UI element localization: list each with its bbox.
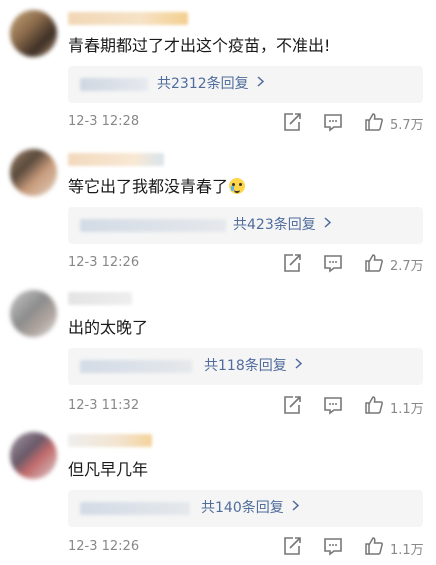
reply-preview-blur bbox=[80, 360, 192, 373]
like-icon[interactable] bbox=[363, 394, 385, 416]
share-icon[interactable] bbox=[281, 252, 303, 274]
view-replies-link[interactable]: 共140条回复 bbox=[201, 490, 299, 527]
username[interactable] bbox=[68, 292, 132, 305]
timestamp: 12-3 11:32 bbox=[68, 398, 140, 413]
comment-text: 青春期都过了才出这个疫苗，不准出! bbox=[68, 36, 331, 55]
reply-preview-blur bbox=[80, 78, 148, 91]
reply-preview-blur bbox=[80, 219, 226, 232]
username[interactable] bbox=[68, 434, 152, 447]
comment-item: 但凡早几年 共140条回复 12-3 12:26 1.1万 bbox=[0, 424, 436, 565]
share-icon[interactable] bbox=[281, 111, 303, 133]
comment-icon[interactable] bbox=[322, 394, 344, 416]
share-icon[interactable] bbox=[281, 535, 303, 557]
comment-item: 等它出了我都没青春了 共423条回复 12-3 12:26 2.7万 bbox=[0, 141, 436, 282]
reply-preview[interactable]: 共118条回复 bbox=[68, 348, 423, 385]
crying-face-emoji bbox=[229, 178, 246, 194]
reply-preview[interactable]: 共140条回复 bbox=[68, 490, 423, 527]
reply-count-label: 共118条回复 bbox=[204, 358, 287, 374]
like-icon[interactable] bbox=[363, 111, 385, 133]
reply-count-label: 共2312条回复 bbox=[157, 76, 249, 92]
comment-text: 等它出了我都没青春了 bbox=[68, 177, 246, 197]
username[interactable] bbox=[68, 12, 188, 25]
reply-preview-blur bbox=[80, 502, 190, 515]
like-count: 5.7万 bbox=[390, 118, 424, 133]
reply-preview[interactable]: 共2312条回复 bbox=[68, 66, 423, 103]
reply-preview[interactable]: 共423条回复 bbox=[68, 207, 423, 244]
view-replies-link[interactable]: 共423条回复 bbox=[233, 207, 331, 244]
like-count: 1.1万 bbox=[390, 543, 424, 558]
like-count: 2.7万 bbox=[390, 259, 424, 274]
comment-item: 出的太晚了 共118条回复 12-3 11:32 1.1万 bbox=[0, 282, 436, 423]
avatar[interactable] bbox=[10, 432, 57, 479]
like-icon[interactable] bbox=[363, 252, 385, 274]
comment-icon[interactable] bbox=[322, 252, 344, 274]
comment-icon[interactable] bbox=[322, 111, 344, 133]
view-replies-link[interactable]: 共2312条回复 bbox=[157, 66, 264, 103]
username[interactable] bbox=[68, 153, 164, 166]
comment-icon[interactable] bbox=[322, 535, 344, 557]
chevron-right-icon bbox=[295, 358, 302, 369]
comment-text-content: 等它出了我都没青春了 bbox=[68, 177, 229, 196]
comment-text: 但凡早几年 bbox=[68, 460, 149, 479]
reply-count-label: 共140条回复 bbox=[201, 500, 284, 516]
reply-count-label: 共423条回复 bbox=[233, 217, 316, 233]
comment-text: 出的太晚了 bbox=[68, 318, 149, 337]
avatar[interactable] bbox=[10, 290, 57, 337]
chevron-right-icon bbox=[292, 500, 299, 511]
timestamp: 12-3 12:26 bbox=[68, 255, 140, 270]
like-icon[interactable] bbox=[363, 535, 385, 557]
chevron-right-icon bbox=[257, 76, 264, 87]
avatar[interactable] bbox=[10, 149, 57, 196]
timestamp: 12-3 12:28 bbox=[68, 114, 140, 129]
like-count: 1.1万 bbox=[390, 402, 424, 417]
view-replies-link[interactable]: 共118条回复 bbox=[204, 348, 302, 385]
timestamp: 12-3 12:26 bbox=[68, 539, 140, 554]
avatar[interactable] bbox=[10, 10, 57, 57]
comment-item: 青春期都过了才出这个疫苗，不准出! 共2312条回复 12-3 12:28 5.… bbox=[0, 0, 436, 141]
share-icon[interactable] bbox=[281, 394, 303, 416]
chevron-right-icon bbox=[324, 217, 331, 228]
